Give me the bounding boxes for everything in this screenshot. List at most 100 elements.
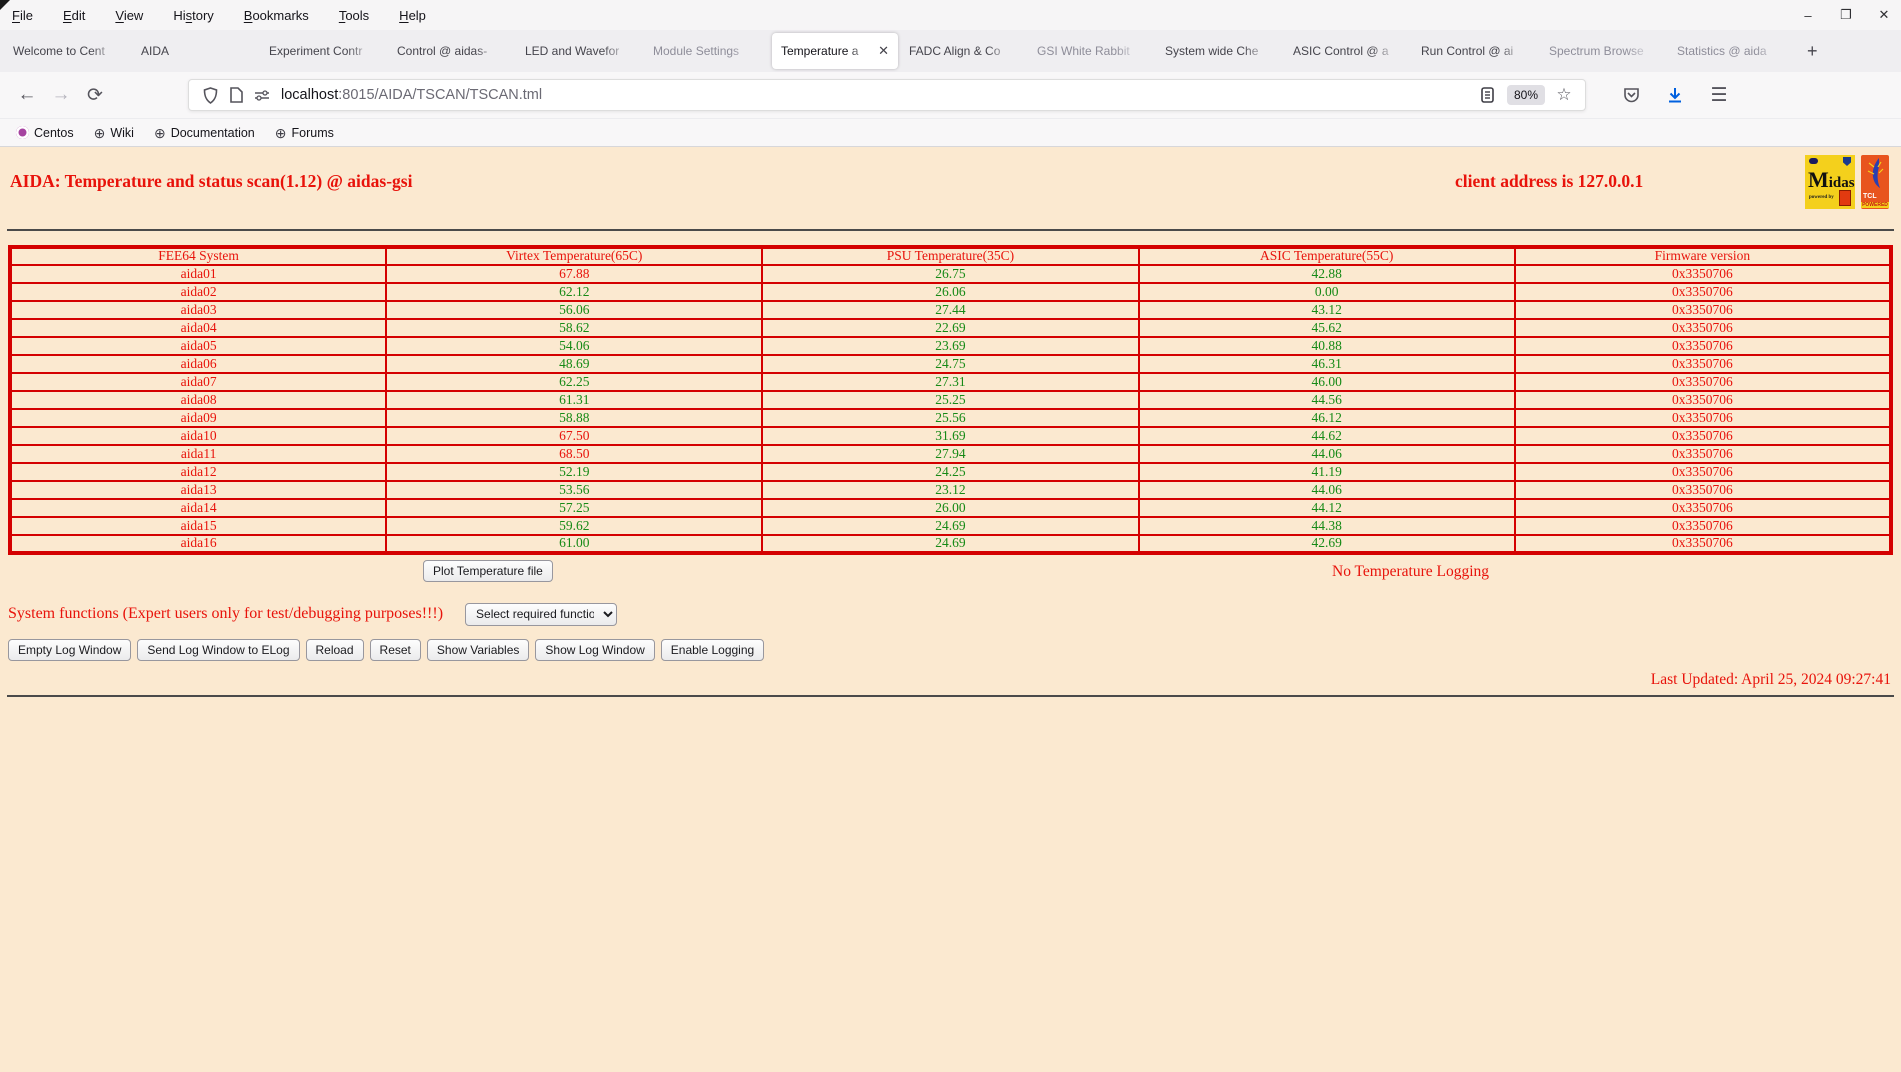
reload-icon[interactable]: ⟳ bbox=[78, 79, 112, 111]
tab-system-wide-che[interactable]: System wide Che bbox=[1156, 33, 1282, 69]
tab-aida[interactable]: AIDA bbox=[132, 33, 258, 69]
firmware-cell: 0x3350706 bbox=[1513, 318, 1893, 338]
bookmark-star-icon[interactable]: ☆ bbox=[1551, 82, 1577, 108]
midas-minibox-icon bbox=[1839, 190, 1851, 206]
tab-experiment-contr[interactable]: Experiment Contr bbox=[260, 33, 386, 69]
permissions-icon[interactable] bbox=[249, 82, 275, 108]
tab-close-icon[interactable]: ✕ bbox=[878, 43, 889, 59]
asic-temp-cell: 44.06 bbox=[1137, 444, 1516, 464]
fee64-system-cell: aida12 bbox=[8, 462, 388, 482]
asic-temp-cell: 46.12 bbox=[1137, 408, 1516, 428]
shield-icon[interactable] bbox=[197, 82, 223, 108]
virtex-temp-cell: 59.62 bbox=[385, 516, 764, 536]
tab-label: Temperature a bbox=[781, 44, 859, 58]
psu-temp-cell: 27.31 bbox=[761, 372, 1140, 392]
fee64-system-cell: aida06 bbox=[8, 354, 388, 374]
url-bar[interactable]: localhost:8015/AIDA/TSCAN/TSCAN.tml 80% … bbox=[188, 79, 1586, 111]
asic-temp-cell: 0.00 bbox=[1137, 282, 1516, 302]
zoom-level-badge[interactable]: 80% bbox=[1506, 85, 1545, 105]
table-row: aida13 53.56 23.12 44.06 0x3350706 bbox=[8, 480, 1893, 500]
downloads-icon[interactable] bbox=[1658, 79, 1692, 111]
page-header: AIDA: Temperature and status scan(1.12) … bbox=[0, 147, 1901, 229]
new-tab-button[interactable]: + bbox=[1795, 39, 1830, 64]
tab-label: AIDA bbox=[141, 44, 170, 58]
tcl-feather-icon bbox=[1867, 158, 1884, 188]
header-divider bbox=[7, 229, 1894, 231]
table-row: aida06 48.69 24.75 46.31 0x3350706 bbox=[8, 354, 1893, 374]
menu-help[interactable]: Help bbox=[399, 8, 426, 23]
tcl-logo-text: TCL bbox=[1863, 193, 1877, 200]
menu-tools[interactable]: Tools bbox=[339, 8, 369, 23]
table-row: aida02 62.12 26.06 0.00 0x3350706 bbox=[8, 282, 1893, 302]
tab-fadc-align-co[interactable]: FADC Align & Co bbox=[900, 33, 1026, 69]
bookmark-centos[interactable]: Centos bbox=[10, 123, 80, 143]
page-info-icon[interactable] bbox=[223, 82, 249, 108]
tab-temperature-a[interactable]: Temperature a ✕ bbox=[772, 33, 898, 69]
forward-icon[interactable]: → bbox=[44, 79, 78, 111]
page-content: AIDA: Temperature and status scan(1.12) … bbox=[0, 146, 1901, 1072]
fee64-system-cell: aida04 bbox=[8, 318, 388, 338]
menu-edit[interactable]: Edit bbox=[63, 8, 85, 23]
url-path: :8015/AIDA/TSCAN/TSCAN.tml bbox=[338, 87, 543, 103]
url-text[interactable]: localhost:8015/AIDA/TSCAN/TSCAN.tml bbox=[281, 87, 1475, 103]
bookmark-documentation[interactable]: ⊕ Documentation bbox=[148, 123, 261, 143]
navbar-right-icons: ☰ bbox=[1614, 79, 1736, 111]
tab-welcome-to-cent[interactable]: Welcome to Cent bbox=[4, 33, 130, 69]
footer-divider bbox=[7, 695, 1894, 697]
tab-spectrum-browse[interactable]: Spectrum Browse bbox=[1540, 33, 1666, 69]
enable-logging-button[interactable]: Enable Logging bbox=[660, 639, 765, 661]
maximize-window-button[interactable]: ❐ bbox=[1839, 7, 1853, 23]
psu-temp-cell: 24.69 bbox=[761, 516, 1140, 536]
pocket-icon[interactable] bbox=[1614, 79, 1648, 111]
table-row: aida12 52.19 24.25 41.19 0x3350706 bbox=[8, 462, 1893, 482]
virtex-temp-cell: 54.06 bbox=[385, 336, 764, 356]
menu-file[interactable]: File bbox=[12, 8, 33, 23]
tab-statistics-aida[interactable]: Statistics @ aida bbox=[1668, 33, 1794, 69]
system-functions-label: System functions (Expert users only for … bbox=[8, 605, 444, 622]
fee64-system-cell: aida13 bbox=[8, 480, 388, 500]
reload-button[interactable]: Reload bbox=[305, 639, 364, 661]
tab-module-settings[interactable]: Module Settings bbox=[644, 33, 770, 69]
empty-log-window-button[interactable]: Empty Log Window bbox=[8, 639, 132, 661]
table-row: aida07 62.25 27.31 46.00 0x3350706 bbox=[8, 372, 1893, 392]
function-select[interactable]: Select required function bbox=[465, 602, 618, 626]
bookmark-label: Documentation bbox=[170, 125, 255, 140]
asic-temp-cell: 43.12 bbox=[1137, 300, 1516, 320]
plot-temperature-file-button[interactable]: Plot Temperature file bbox=[423, 560, 553, 582]
tab-gsi-white-rabbit[interactable]: GSI White Rabbit bbox=[1028, 33, 1154, 69]
show-variables-button[interactable]: Show Variables bbox=[426, 639, 530, 661]
send-log-window-to-elog-button[interactable]: Send Log Window to ELog bbox=[137, 639, 300, 661]
firmware-cell: 0x3350706 bbox=[1513, 498, 1893, 518]
minimize-window-button[interactable]: – bbox=[1801, 8, 1815, 23]
show-log-window-button[interactable]: Show Log Window bbox=[535, 639, 655, 661]
window-controls: – ❐ ✕ bbox=[1801, 0, 1891, 30]
fee64-system-cell: aida14 bbox=[8, 498, 388, 518]
fee64-system-cell: aida01 bbox=[8, 264, 388, 284]
menu-history[interactable]: History bbox=[173, 8, 213, 23]
reader-mode-icon[interactable] bbox=[1475, 82, 1501, 108]
virtex-temp-cell: 67.88 bbox=[385, 264, 764, 284]
bookmark-forums[interactable]: ⊕ Forums bbox=[269, 123, 340, 143]
menu-items-container: File Edit View History Bookmarks Tools Help bbox=[12, 8, 426, 23]
table-row: aida01 67.88 26.75 42.88 0x3350706 bbox=[8, 264, 1893, 284]
bookmark-wiki[interactable]: ⊕ Wiki bbox=[88, 123, 140, 143]
hamburger-menu-icon[interactable]: ☰ bbox=[1702, 79, 1736, 111]
fee64-system-cell: aida11 bbox=[8, 444, 388, 464]
tab-led-and-wavefor[interactable]: LED and Wavefor bbox=[516, 33, 642, 69]
close-window-button[interactable]: ✕ bbox=[1877, 7, 1891, 23]
tab-asic-control-a[interactable]: ASIC Control @ a bbox=[1284, 33, 1410, 69]
back-icon[interactable]: ← bbox=[10, 79, 44, 111]
tab-run-control-ai[interactable]: Run Control @ ai bbox=[1412, 33, 1538, 69]
table-row: aida15 59.62 24.69 44.38 0x3350706 bbox=[8, 516, 1893, 536]
menu-bookmarks[interactable]: Bookmarks bbox=[244, 8, 309, 23]
firmware-cell: 0x3350706 bbox=[1513, 336, 1893, 356]
menu-view[interactable]: View bbox=[115, 8, 143, 23]
bookmark-label: Centos bbox=[34, 125, 74, 140]
psu-temp-cell: 24.69 bbox=[761, 534, 1140, 554]
asic-temp-cell: 44.56 bbox=[1137, 390, 1516, 410]
table-row: aida08 61.31 25.25 44.56 0x3350706 bbox=[8, 390, 1893, 410]
tab-control-aidas[interactable]: Control @ aidas- bbox=[388, 33, 514, 69]
tab-label: Experiment Contr bbox=[269, 44, 363, 58]
reset-button[interactable]: Reset bbox=[369, 639, 421, 661]
virtex-temp-cell: 58.88 bbox=[385, 408, 764, 428]
